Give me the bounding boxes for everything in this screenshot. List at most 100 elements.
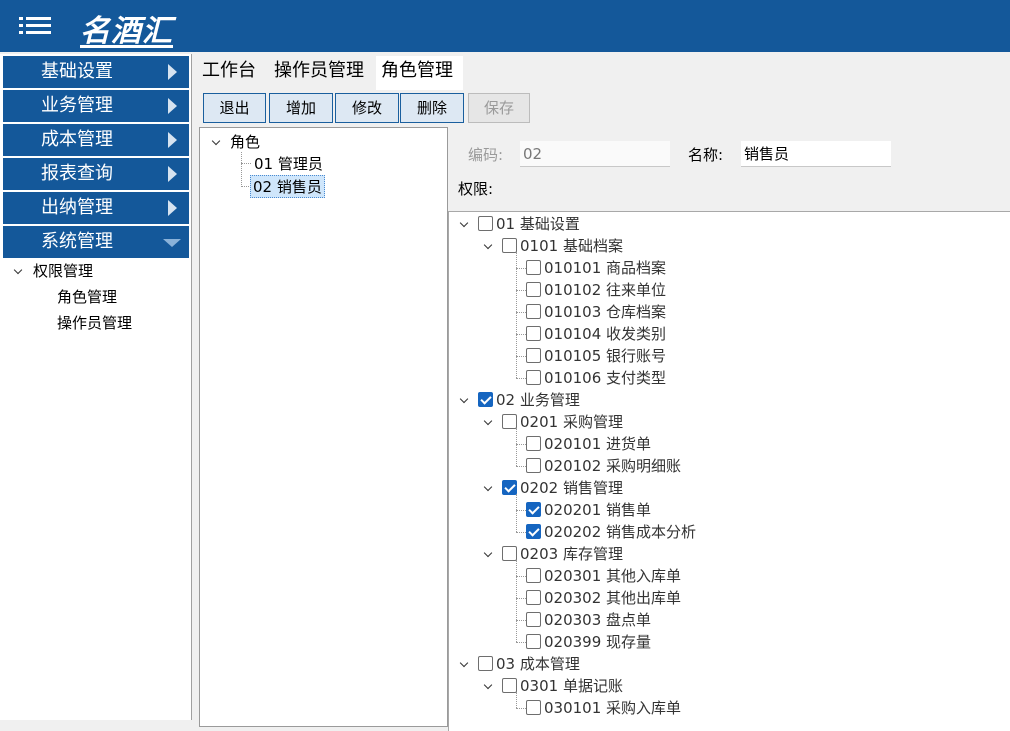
checkbox-icon[interactable] [526, 590, 541, 605]
permission-label[interactable]: 01 基础设置 [496, 214, 580, 234]
exit-button[interactable]: 退出 [203, 93, 266, 123]
permission-label[interactable]: 020399 现存量 [544, 632, 651, 652]
permission-label[interactable]: 0301 单据记账 [520, 676, 623, 696]
permission-label[interactable]: 02 业务管理 [496, 390, 580, 410]
permission-label[interactable]: 020102 采购明细账 [544, 456, 681, 476]
permission-label[interactable]: 020201 销售单 [544, 500, 651, 520]
chevron-down-icon[interactable] [483, 242, 493, 252]
checkbox-checked-icon[interactable] [478, 392, 493, 407]
checkbox-icon[interactable] [526, 458, 541, 473]
checkbox-checked-icon[interactable] [502, 480, 517, 495]
tab-operator-management[interactable]: 操作员管理 [269, 56, 373, 90]
permission-label[interactable]: 010102 往来单位 [544, 280, 666, 300]
tree-connector [516, 466, 526, 467]
chevron-right-icon [168, 166, 177, 182]
checkbox-icon[interactable] [478, 656, 493, 671]
permission-label[interactable]: 020101 进货单 [544, 434, 651, 454]
checkbox-icon[interactable] [526, 348, 541, 363]
chevron-down-icon[interactable] [483, 550, 493, 560]
sidebar-item-system[interactable]: 系统管理 [3, 226, 189, 258]
tab-workbench[interactable]: 工作台 [197, 56, 265, 90]
subtree-group-permission[interactable]: 权限管理 [33, 260, 93, 281]
role-tree-panel: 角色 01 管理员 02 销售员 [199, 127, 448, 727]
chevron-down-icon[interactable] [459, 660, 469, 670]
top-bar: 名酒汇 [0, 0, 1010, 52]
hamburger-menu-icon[interactable] [19, 16, 51, 36]
chevron-down-icon[interactable] [459, 220, 469, 230]
name-field[interactable] [741, 141, 891, 167]
permission-label[interactable]: 010104 收发类别 [544, 324, 666, 344]
sidebar-item-label: 系统管理 [41, 231, 113, 252]
checkbox-icon[interactable] [526, 568, 541, 583]
delete-button[interactable]: 删除 [400, 93, 464, 123]
permission-label[interactable]: 020302 其他出库单 [544, 588, 681, 608]
role-tree-root[interactable]: 角色 [230, 131, 260, 152]
save-button[interactable]: 保存 [468, 93, 530, 123]
app-title: 名酒汇 [80, 14, 173, 49]
sidebar-item-cost[interactable]: 成本管理 [3, 124, 189, 156]
permission-label[interactable]: 010103 仓库档案 [544, 302, 666, 322]
permission-label[interactable]: 010106 支付类型 [544, 368, 666, 388]
sidebar-item-basic-settings[interactable]: 基础设置 [3, 56, 189, 88]
tree-connector [516, 290, 526, 291]
tree-connector [516, 708, 526, 709]
role-detail: 编码: 名称: 权限: 01 基础设置0101 基础档案010101 商品档案0… [448, 127, 1010, 731]
sidebar-item-label: 成本管理 [41, 129, 113, 150]
edit-button[interactable]: 修改 [335, 93, 399, 123]
chevron-down-icon[interactable] [483, 418, 493, 428]
chevron-down-icon[interactable] [459, 396, 469, 406]
chevron-down-icon[interactable] [483, 484, 493, 494]
checkbox-icon[interactable] [526, 634, 541, 649]
chevron-down-icon[interactable] [211, 138, 221, 148]
checkbox-icon[interactable] [526, 260, 541, 275]
sidebar-item-cashier[interactable]: 出纳管理 [3, 192, 189, 224]
permission-label[interactable]: 030101 采购入库单 [544, 698, 681, 718]
tree-connector [516, 642, 526, 643]
permission-label[interactable]: 020202 销售成本分析 [544, 522, 696, 542]
subtree-item-role-management[interactable]: 角色管理 [57, 286, 117, 307]
checkbox-icon[interactable] [526, 436, 541, 451]
permission-label[interactable]: 020301 其他入库单 [544, 566, 681, 586]
checkbox-checked-icon[interactable] [526, 524, 541, 539]
chevron-right-icon [168, 98, 177, 114]
permission-label[interactable]: 0203 库存管理 [520, 544, 623, 564]
role-item-salesperson[interactable]: 02 销售员 [250, 175, 325, 198]
permission-label[interactable]: 010105 银行账号 [544, 346, 666, 366]
checkbox-icon[interactable] [526, 370, 541, 385]
checkbox-icon[interactable] [502, 546, 517, 561]
tree-connector [241, 163, 251, 164]
checkbox-icon[interactable] [502, 678, 517, 693]
code-field[interactable] [520, 141, 670, 167]
sidebar-item-label: 基础设置 [41, 61, 113, 82]
checkbox-icon[interactable] [502, 414, 517, 429]
tree-connector [516, 356, 526, 357]
chevron-right-icon [168, 132, 177, 148]
permission-label[interactable]: 03 成本管理 [496, 654, 580, 674]
checkbox-icon[interactable] [478, 216, 493, 231]
sidebar-item-reports[interactable]: 报表查询 [3, 158, 189, 190]
sidebar-item-business[interactable]: 业务管理 [3, 90, 189, 122]
main-content: 工作台 操作员管理 角色管理 退出 增加 修改 删除 保存 角色 01 管理员 … [193, 54, 1010, 731]
checkbox-icon[interactable] [526, 700, 541, 715]
role-item-admin[interactable]: 01 管理员 [254, 153, 323, 174]
name-label: 名称: [688, 146, 724, 164]
tab-role-management[interactable]: 角色管理 [376, 56, 463, 90]
chevron-down-icon[interactable] [483, 682, 493, 692]
checkbox-icon[interactable] [526, 304, 541, 319]
chevron-down-icon[interactable] [13, 267, 23, 277]
checkbox-icon[interactable] [502, 238, 517, 253]
checkbox-icon[interactable] [526, 326, 541, 341]
chevron-down-icon [163, 239, 181, 247]
permission-label[interactable]: 020303 盘点单 [544, 610, 651, 630]
subtree-item-operator-management[interactable]: 操作员管理 [57, 312, 132, 333]
tree-connector [516, 576, 526, 577]
permission-label[interactable]: 0201 采购管理 [520, 412, 623, 432]
add-button[interactable]: 增加 [269, 93, 333, 123]
checkbox-checked-icon[interactable] [526, 502, 541, 517]
sidebar-item-label: 业务管理 [41, 95, 113, 116]
permission-label[interactable]: 0101 基础档案 [520, 236, 623, 256]
checkbox-icon[interactable] [526, 612, 541, 627]
checkbox-icon[interactable] [526, 282, 541, 297]
permission-label[interactable]: 0202 销售管理 [520, 478, 623, 498]
permission-label[interactable]: 010101 商品档案 [544, 258, 666, 278]
